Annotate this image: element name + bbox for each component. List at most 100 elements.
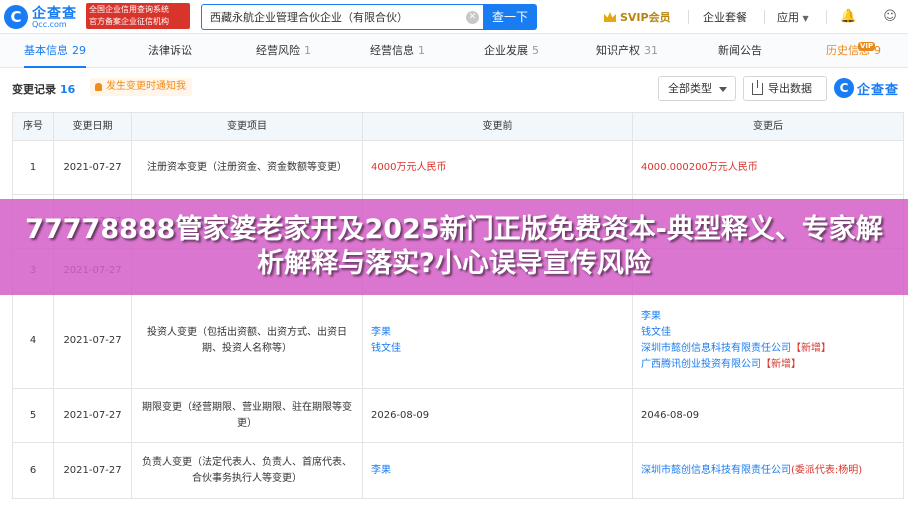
cell-before: 2026-08-09 [362, 388, 633, 443]
cell-item: 负责人变更（法定代表人、负责人、首席代表、合伙事务执行人等变更） [131, 442, 363, 499]
nav-apps-link[interactable]: 应用 ▼ [777, 9, 809, 25]
cell-after: 2046-08-09 [632, 388, 904, 443]
top-header: C 企查查 Qcc.com 全国企业信用查询系统 官方备案企业征信机构 ✕ 查一… [0, 0, 908, 34]
tab-label: 基本信息 [24, 44, 68, 57]
tab-label: 经营风险 [256, 44, 300, 57]
investor-link[interactable]: 李果 [371, 325, 624, 341]
value-text: 4000.000200万元人民币 [641, 161, 758, 173]
nav-apps-label: 应用 [777, 11, 799, 24]
crown-icon [604, 12, 616, 22]
svip-label: SVIP会员 [620, 11, 671, 24]
notify-me-button[interactable]: 发生变更时通知我 [90, 78, 192, 96]
gov-badge-line2: 官方备案企业征信机构 [89, 17, 169, 26]
company-link[interactable]: 深圳市懿创信息科技有限责任公司 [641, 465, 791, 476]
cell-before: 4000万元人民币 [362, 140, 633, 195]
table-header-row: 序号 变更日期 变更项目 变更前 变更后 [12, 112, 904, 141]
cell-date: 2021-07-27 [53, 388, 132, 443]
type-filter-value: 全部类型 [668, 82, 712, 95]
tab-label: 新闻公告 [718, 44, 762, 57]
notify-me-label: 发生变更时通知我 [106, 81, 186, 92]
tab-operation-info[interactable]: 经营信息 1 [370, 34, 425, 68]
cell-date: 2021-07-27 [53, 442, 132, 499]
export-data-label: 导出数据 [768, 82, 812, 95]
chevron-down-icon: ▼ [802, 14, 809, 23]
tab-count: 5 [532, 44, 539, 57]
tab-count: 1 [418, 44, 425, 57]
tab-label: 经营信息 [370, 44, 414, 57]
column-header: 变更前 [362, 112, 633, 141]
cell-date: 2021-07-27 [53, 292, 132, 389]
export-icon [752, 80, 763, 95]
investor-link[interactable]: 深圳市懿创信息科技有限责任公司 [641, 343, 791, 354]
section-count: 16 [60, 83, 76, 96]
cell-item: 期限变更（经营期限、营业期限、驻在期限等变更） [131, 388, 363, 443]
column-header: 序号 [12, 112, 54, 141]
cell-seq: 6 [12, 442, 54, 499]
table-row: 1 2021-07-27 注册资本变更（注册资金、资金数额等变更） 4000万元… [12, 140, 904, 195]
gov-badge: 全国企业信用查询系统 官方备案企业征信机构 [86, 3, 190, 29]
bell-icon [95, 83, 102, 91]
tab-basic-info[interactable]: 基本信息 29 [24, 34, 86, 68]
search-box: ✕ [201, 4, 483, 30]
avatar-icon[interactable]: ☺ [882, 9, 898, 25]
watermark-text: 企查查 [857, 83, 900, 98]
cell-date: 2021-07-27 [53, 140, 132, 195]
new-tag: 【新增】 [791, 342, 831, 354]
search-button[interactable]: 查一下 [483, 4, 537, 30]
tab-label: 法律诉讼 [148, 44, 192, 57]
nav-package-link[interactable]: 企业套餐 [703, 9, 747, 25]
svip-link[interactable]: SVIP会员 [604, 9, 671, 25]
tab-legal[interactable]: 法律诉讼 [148, 34, 192, 68]
logo-domain: Qcc.com [32, 20, 67, 29]
appoint-tag: (委派代表:杨明) [791, 464, 863, 476]
gov-badge-line1: 全国企业信用查询系统 [89, 5, 169, 14]
value-text: 2026-08-09 [371, 409, 430, 421]
search-input[interactable] [202, 5, 483, 29]
nav-divider [764, 10, 765, 24]
table-row: 4 2021-07-27 投资人变更（包括出资额、出资方式、出资日期、投资人名称… [12, 292, 904, 389]
tab-count: 29 [72, 44, 86, 57]
qcc-watermark-icon: C [834, 78, 854, 98]
cell-after: 深圳市懿创信息科技有限责任公司(委派代表:杨明) [632, 442, 904, 499]
clear-icon[interactable]: ✕ [466, 11, 479, 24]
column-header: 变更日期 [53, 112, 132, 141]
investor-link[interactable]: 钱文佳 [641, 325, 895, 341]
nav-divider [826, 10, 827, 24]
new-tag: 【新增】 [761, 358, 801, 370]
tab-business-risk[interactable]: 经营风险 1 [256, 34, 311, 68]
investor-link[interactable]: 钱文佳 [371, 341, 624, 357]
qcc-logo-icon: C [4, 5, 28, 29]
investor-link[interactable]: 李果 [641, 309, 895, 325]
person-link[interactable]: 李果 [371, 463, 624, 479]
export-data-button[interactable]: 导出数据 [743, 76, 827, 101]
company-tabs: 基本信息 29 法律诉讼 经营风险 1 经营信息 1 企业发展 5 知识产权 31 新闻公… [0, 34, 908, 68]
qcc-watermark: C 企查查 [834, 77, 906, 99]
cell-before: 李果 钱文佳 [362, 292, 633, 389]
notification-icon[interactable]: 🔔 [840, 9, 856, 25]
cell-after: 4000.000200万元人民币 [632, 140, 904, 195]
overlay-banner: 77778888管家婆老家开及2025新门正版免费资本-典型释义、专家解析解释与… [0, 199, 908, 295]
banner-text: 77778888管家婆老家开及2025新门正版免费资本-典型释义、专家解析解释与… [25, 214, 883, 279]
qcc-logo[interactable]: C 企查查 Qcc.com [4, 3, 82, 31]
tab-news[interactable]: 新闻公告 [718, 34, 762, 68]
tab-development[interactable]: 企业发展 5 [484, 34, 539, 68]
tab-count: 9 [874, 44, 881, 57]
cell-after: 李果 钱文佳 深圳市懿创信息科技有限责任公司【新增】 广西腾讯创业投资有限公司【… [632, 292, 904, 389]
table-row: 6 2021-07-27 负责人变更（法定代表人、负责人、首席代表、合伙事务执行… [12, 442, 904, 499]
type-filter-select[interactable]: 全部类型 [658, 76, 736, 101]
table-row: 5 2021-07-27 期限变更（经营期限、营业期限、驻在期限等变更） 202… [12, 388, 904, 443]
tab-ip[interactable]: 知识产权 31 [596, 34, 658, 68]
caret-down-icon [719, 87, 727, 92]
value-text: 4000万元人民币 [371, 161, 447, 173]
nav-divider [688, 10, 689, 24]
column-header: 变更后 [632, 112, 904, 141]
investor-link[interactable]: 广西腾讯创业投资有限公司 [641, 359, 761, 370]
section-title: 变更记录 16 [12, 81, 75, 97]
column-header: 变更项目 [131, 112, 363, 141]
tab-label: 企业发展 [484, 44, 528, 57]
tab-history[interactable]: 历史信息 9 [826, 34, 881, 68]
cell-seq: 1 [12, 140, 54, 195]
cell-seq: 5 [12, 388, 54, 443]
cell-before: 李果 [362, 442, 633, 499]
cell-item: 投资人变更（包括出资额、出资方式、出资日期、投资人名称等） [131, 292, 363, 389]
